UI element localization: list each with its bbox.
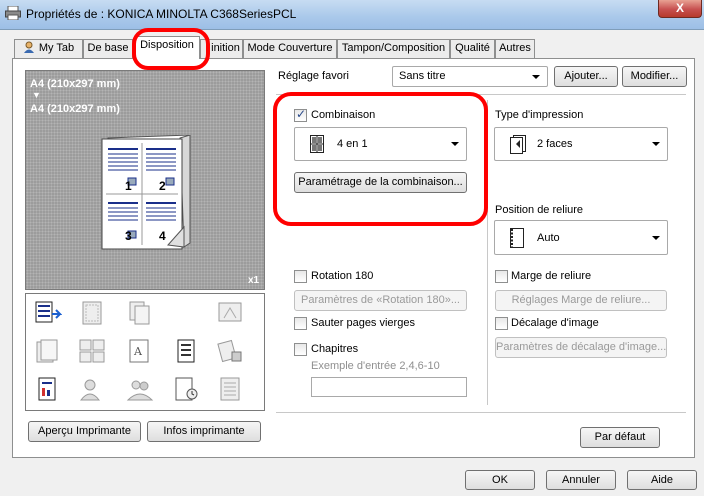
text-page-icon: A	[129, 339, 149, 363]
multi-page-icon	[79, 339, 105, 363]
favorite-setting-dropdown[interactable]: Sans titre	[392, 66, 548, 87]
tab-label: Qualité	[455, 42, 490, 54]
svg-text:A: A	[133, 345, 143, 358]
printer-info-button[interactable]: Infos imprimante	[147, 421, 261, 442]
chapters-checkbox[interactable]	[294, 343, 307, 356]
tab-quality[interactable]: Qualité	[450, 39, 495, 58]
binding-margin-label: Marge de reliure	[511, 270, 592, 282]
tab-label: Autres	[499, 42, 531, 54]
binding-position-value: Auto	[537, 232, 560, 244]
combination-settings-button[interactable]: Paramétrage de la combinaison...	[294, 172, 467, 193]
preview-copies: x1	[248, 275, 260, 286]
tab-label: Mode Couverture	[247, 42, 333, 54]
image-shift-settings-button[interactable]: Paramètres de décalage d'image...	[495, 337, 667, 358]
report-icon	[38, 377, 56, 401]
secure-print-icon	[217, 339, 242, 363]
preview-output-size: A4 (210x297 mm)	[30, 103, 120, 115]
list-document-icon	[220, 377, 240, 401]
page-number: 3	[125, 229, 132, 243]
tab-label: My Tab	[38, 42, 75, 54]
tab-others[interactable]: Autres	[495, 39, 535, 58]
tab-basic[interactable]: De base	[83, 39, 133, 58]
printer-icon	[5, 6, 21, 20]
modify-favorite-button[interactable]: Modifier...	[622, 66, 687, 87]
page-layout-icon	[129, 301, 150, 325]
image-shift-label: Décalage d'image	[511, 317, 599, 329]
printer-preview-button[interactable]: Aperçu Imprimante	[28, 421, 141, 442]
tab-stamp-composition[interactable]: Tampon/Composition	[337, 39, 450, 58]
user-group-icon	[126, 380, 154, 401]
separator	[276, 412, 686, 413]
page-number: 2	[159, 179, 166, 193]
preview-arrow-icon: ▼	[32, 90, 41, 100]
separator	[487, 100, 488, 405]
close-button[interactable]: X	[658, 0, 702, 18]
combination-dropdown[interactable]: 4 en 1	[294, 127, 467, 161]
user-profile-icon	[79, 379, 101, 401]
tab-label: inition	[211, 42, 240, 54]
rotation-180-checkbox[interactable]	[294, 270, 307, 283]
ok-button[interactable]: OK	[465, 470, 535, 490]
tab-my-tab[interactable]: My Tab	[14, 39, 83, 58]
tab-layout[interactable]: Disposition	[134, 36, 200, 59]
chevron-down-icon	[652, 235, 660, 240]
skip-blank-pages-label: Sauter pages vierges	[311, 317, 415, 329]
feature-icon-grid: A	[25, 293, 265, 411]
default-button[interactable]: Par défaut	[580, 427, 660, 448]
chapters-hint: Exemple d'entrée 2,4,6-10	[311, 360, 440, 372]
print-type-label: Type d'impression	[495, 109, 584, 121]
help-button[interactable]: Aide	[627, 470, 697, 490]
booklet-icon	[177, 339, 195, 363]
tab-label: Tampon/Composition	[341, 42, 446, 54]
page-preview: A4 (210x297 mm) ▼ A4 (210x297 mm) x1 1 2…	[25, 70, 265, 290]
binding-margin-checkbox[interactable]	[495, 270, 508, 283]
combination-label: Combinaison	[311, 109, 376, 121]
cancel-button[interactable]: Annuler	[546, 470, 616, 490]
duplex-icon	[510, 135, 526, 154]
separator	[276, 94, 686, 95]
combination-value: 4 en 1	[337, 138, 368, 150]
add-favorite-button[interactable]: Ajouter...	[554, 66, 618, 87]
tab-finishing[interactable]: inition	[200, 39, 243, 58]
image-rotate-icon	[218, 302, 242, 322]
tab-label: De base	[87, 42, 129, 54]
tab-cover-mode[interactable]: Mode Couverture	[243, 39, 337, 58]
window-title: Propriétés de : KONICA MINOLTA C368Serie…	[26, 7, 297, 21]
binding-icon	[510, 228, 524, 248]
image-shift-checkbox[interactable]	[495, 317, 508, 330]
poster-mode-icon	[82, 301, 102, 325]
preview-paper-size: A4 (210x297 mm)	[30, 78, 120, 90]
combination-icon[interactable]	[34, 300, 62, 326]
print-type-dropdown[interactable]: 2 faces	[494, 127, 668, 161]
schedule-document-icon	[175, 377, 198, 401]
tab-label: Disposition	[140, 39, 194, 51]
document-stack-icon	[36, 339, 58, 363]
favorite-setting-value: Sans titre	[399, 70, 446, 82]
page-number: 1	[125, 179, 132, 193]
rotation-180-label: Rotation 180	[311, 270, 374, 282]
binding-margin-settings-button[interactable]: Réglages Marge de reliure...	[495, 290, 667, 311]
rotation-180-settings-button[interactable]: Paramètres de «Rotation 180»...	[294, 290, 467, 311]
binding-position-dropdown[interactable]: Auto	[494, 220, 668, 255]
title-bar: Propriétés de : KONICA MINOLTA C368Serie…	[0, 0, 704, 30]
combination-preview-icon	[101, 135, 191, 250]
four-in-one-icon	[310, 135, 324, 153]
chevron-down-icon	[532, 74, 540, 79]
print-type-value: 2 faces	[537, 138, 573, 150]
binding-position-label: Position de reliure	[495, 204, 584, 216]
combination-checkbox[interactable]	[294, 107, 307, 122]
page-number: 4	[159, 229, 166, 243]
skip-blank-pages-checkbox[interactable]	[294, 317, 307, 330]
chapters-input[interactable]	[311, 377, 467, 397]
user-icon	[23, 41, 35, 53]
chapters-label: Chapitres	[311, 343, 359, 355]
favorite-setting-label: Réglage favori	[278, 70, 349, 82]
chevron-down-icon	[451, 142, 459, 146]
chevron-down-icon	[652, 142, 660, 146]
